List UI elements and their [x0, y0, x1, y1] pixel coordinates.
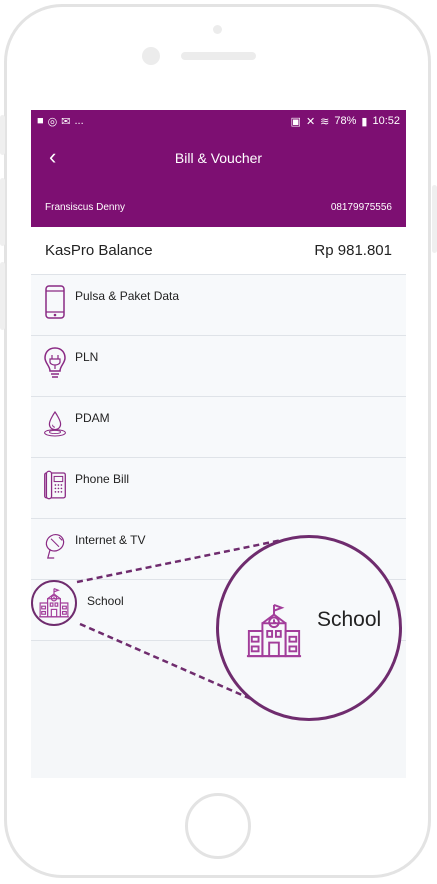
menu-item-label: Internet & TV — [75, 533, 146, 547]
school-icon — [246, 603, 302, 658]
user-name: Fransiscus Denny — [45, 202, 126, 213]
home-button[interactable] — [185, 793, 251, 859]
status-bar: ■ ◎ ✉ ... ▣ ✕ ≋ 78% ▮ 10:52 — [31, 110, 406, 132]
whatsapp-icon: ◎ — [47, 115, 58, 128]
telephone-icon — [43, 468, 67, 502]
menu-item-label: School — [87, 594, 124, 608]
mute-icon: ✕ — [305, 115, 316, 128]
lightbulb-icon — [43, 346, 67, 380]
user-phone: 08179975556 — [330, 202, 392, 213]
menu-item-pulsa[interactable]: Pulsa & Paket Data — [31, 275, 406, 336]
cast-icon: ▣ — [290, 115, 301, 128]
clock: 10:52 — [372, 115, 400, 127]
school-icon — [39, 588, 69, 618]
menu-item-pln[interactable]: PLN — [31, 336, 406, 397]
satellite-dish-icon — [43, 529, 67, 563]
menu-item-label: PDAM — [75, 411, 110, 425]
balance-label: KasPro Balance — [45, 242, 153, 259]
side-button — [0, 178, 5, 246]
side-button — [432, 185, 437, 253]
smartphone-icon — [43, 285, 67, 319]
front-camera — [142, 47, 160, 65]
battery-icon: ▮ — [361, 115, 368, 128]
side-button — [0, 262, 5, 330]
menu-item-label: PLN — [75, 350, 99, 364]
camera-icon: ■ — [37, 115, 44, 127]
more-notifications: ... — [74, 115, 84, 127]
page-title: Bill & Voucher — [174, 150, 263, 166]
menu-item-label: Pulsa & Paket Data — [75, 289, 180, 303]
battery-percent: 78% — [334, 115, 357, 127]
wifi-signal-icon: ≋ — [320, 115, 330, 128]
callout-label: School — [317, 608, 382, 631]
sensor-dot — [213, 25, 222, 34]
speaker-grille — [181, 52, 256, 60]
menu-item-phone-bill[interactable]: Phone Bill — [31, 458, 406, 519]
menu-item-label: Phone Bill — [75, 472, 130, 486]
balance-row: KasPro Balance Rp 981.801 — [31, 227, 406, 275]
mail-icon: ✉ — [61, 115, 71, 128]
zoom-callout: School — [216, 535, 402, 721]
side-button — [0, 115, 5, 155]
zoom-source-circle — [31, 580, 77, 626]
menu-item-pdam[interactable]: PDAM — [31, 397, 406, 458]
balance-amount: Rp 981.801 — [314, 242, 392, 259]
app-header: ‹ Bill & Voucher Fransiscus Denny 081799… — [31, 132, 406, 227]
water-drop-icon — [43, 407, 67, 441]
